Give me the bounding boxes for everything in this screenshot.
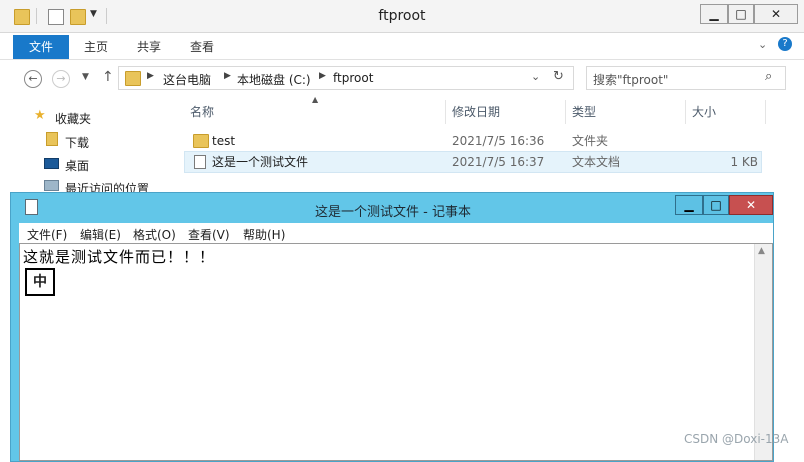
- menu-file[interactable]: 文件(F): [27, 226, 67, 243]
- sidebar-item-favorites[interactable]: 收藏夹: [55, 110, 91, 127]
- search-icon[interactable]: ⌕: [765, 69, 772, 84]
- ribbon-tabs: 文件 主页 共享 查看 ⌄ ?: [0, 33, 804, 60]
- maximize-button[interactable]: □: [728, 4, 754, 24]
- refresh-icon[interactable]: ↻: [553, 69, 564, 84]
- sidebar-item-desktop[interactable]: 桌面: [65, 157, 89, 174]
- chevron-right-icon: ▶: [224, 71, 231, 81]
- back-icon[interactable]: ←: [24, 70, 42, 88]
- tab-share[interactable]: 共享: [137, 38, 161, 55]
- text-editor[interactable]: 这就是测试文件而已！！！ 中 ▲: [19, 243, 773, 461]
- menu-help[interactable]: 帮助(H): [243, 226, 285, 243]
- tab-view[interactable]: 查看: [190, 38, 214, 55]
- file-name: test: [212, 134, 236, 148]
- text-file-icon: [194, 155, 206, 169]
- notepad-title: 这是一个测试文件 - 记事本: [315, 205, 471, 220]
- chevron-down-icon[interactable]: ⌄: [531, 70, 540, 83]
- breadcrumb-local-disk[interactable]: 本地磁盘 (C:): [237, 71, 311, 88]
- navigation-pane: ★ 收藏夹 下载 桌面 最近访问的位置: [0, 98, 170, 198]
- chevron-down-icon[interactable]: ⌄: [758, 38, 767, 51]
- tab-home[interactable]: 主页: [84, 38, 108, 55]
- editor-content[interactable]: 这就是测试文件而已！！！: [23, 246, 215, 267]
- downloads-icon: [46, 132, 58, 146]
- folder-icon: [193, 134, 209, 148]
- vertical-scrollbar[interactable]: ▲: [754, 244, 772, 460]
- minimize-button[interactable]: ▁: [700, 4, 728, 24]
- menu-format[interactable]: 格式(O): [133, 226, 176, 243]
- close-button[interactable]: ✕: [754, 4, 798, 24]
- scroll-up-icon[interactable]: ▲: [758, 246, 765, 256]
- column-header-date[interactable]: 修改日期: [446, 100, 566, 124]
- file-type: 文件夹: [572, 134, 609, 148]
- forward-icon[interactable]: →: [52, 70, 70, 88]
- maximize-button[interactable]: □: [703, 195, 729, 215]
- desktop-icon: [44, 158, 59, 169]
- chevron-right-icon: ▶: [147, 71, 154, 81]
- close-button[interactable]: ✕: [729, 195, 773, 215]
- address-bar[interactable]: ▶ 这台电脑 ▶ 本地磁盘 (C:) ▶ ftproot ⌄ ↻: [118, 66, 574, 90]
- file-date: 2021/7/5 16:36: [452, 134, 545, 148]
- column-header-type[interactable]: 类型: [566, 100, 686, 124]
- menu-bar: 文件(F) 编辑(E) 格式(O) 查看(V) 帮助(H): [19, 223, 773, 243]
- notepad-titlebar: 这是一个测试文件 - 记事本 ▁ □ ✕: [11, 193, 775, 223]
- column-header-name[interactable]: 名称: [184, 100, 446, 124]
- menu-view[interactable]: 查看(V): [188, 226, 230, 243]
- up-icon[interactable]: ↑: [102, 69, 114, 85]
- chevron-right-icon: ▶: [319, 71, 326, 81]
- minimize-button[interactable]: ▁: [675, 195, 703, 215]
- recent-locations-icon[interactable]: ▼: [82, 72, 89, 82]
- notepad-window: 这是一个测试文件 - 记事本 ▁ □ ✕ 文件(F) 编辑(E) 格式(O) 查…: [10, 192, 774, 462]
- file-type: 文本文档: [572, 155, 621, 169]
- breadcrumb-ftproot[interactable]: ftproot: [333, 71, 373, 85]
- file-date: 2021/7/5 16:37: [452, 155, 545, 169]
- search-placeholder: 搜索"ftproot": [593, 73, 669, 87]
- recent-places-icon: [44, 180, 59, 191]
- ime-indicator[interactable]: 中: [25, 268, 55, 296]
- menu-edit[interactable]: 编辑(E): [80, 226, 121, 243]
- help-icon[interactable]: ?: [778, 37, 792, 51]
- watermark: CSDN @Doxi-13A: [684, 432, 789, 446]
- list-item[interactable]: test 2021/7/5 16:36 文件夹: [184, 130, 762, 152]
- file-name: 这是一个测试文件: [212, 155, 309, 169]
- search-input[interactable]: 搜索"ftproot" ⌕: [586, 66, 786, 90]
- explorer-titlebar: ▼ ftproot ▁ □ ✕: [0, 0, 804, 33]
- window-title: ftproot: [378, 8, 426, 24]
- sidebar-item-downloads[interactable]: 下载: [65, 134, 89, 151]
- star-icon: ★: [34, 108, 46, 123]
- list-item[interactable]: 这是一个测试文件 2021/7/5 16:37 文本文档 1 KB: [184, 151, 762, 173]
- folder-icon: [125, 71, 141, 86]
- breadcrumb-this-pc[interactable]: 这台电脑: [163, 71, 211, 88]
- tab-file[interactable]: 文件: [13, 35, 69, 59]
- column-header-size[interactable]: 大小: [686, 100, 766, 124]
- file-size: 1 KB: [730, 155, 758, 169]
